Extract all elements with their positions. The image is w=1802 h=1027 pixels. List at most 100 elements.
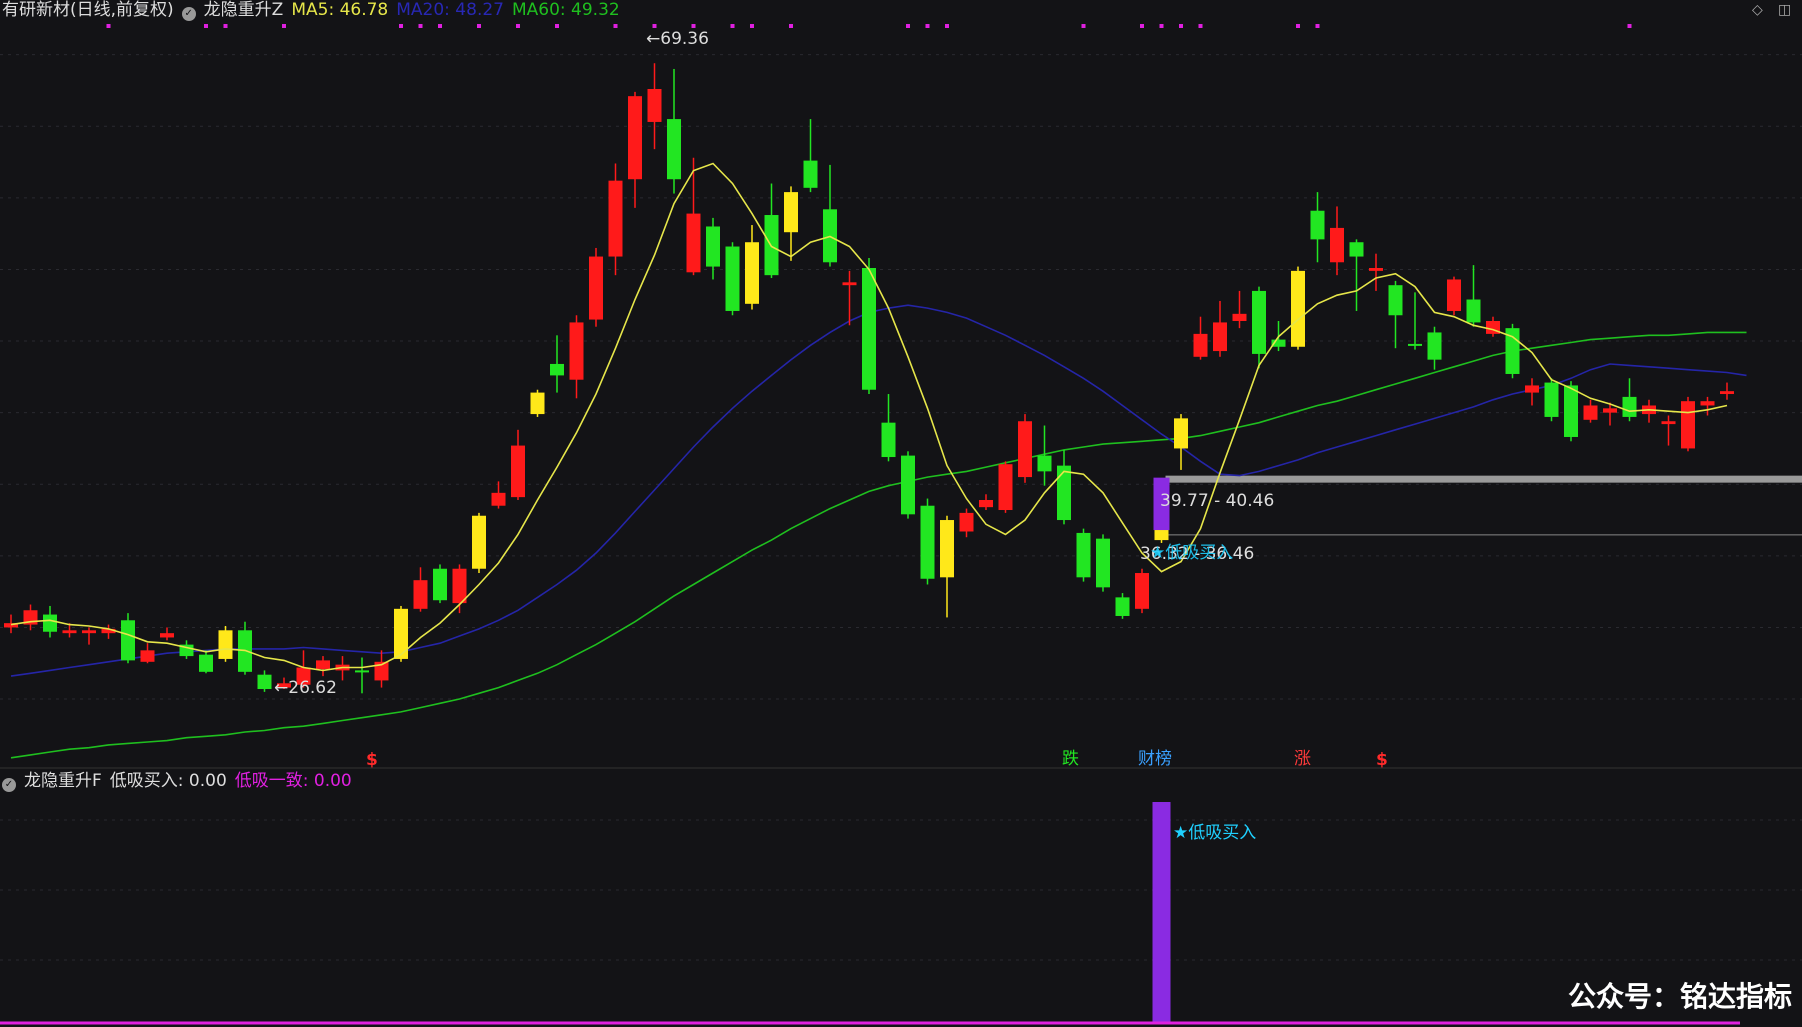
sub-indicator-settings-icon[interactable]: ✓	[2, 778, 16, 792]
candle-body	[1700, 401, 1715, 406]
candle-body	[569, 322, 584, 380]
signal-dot	[1627, 24, 1632, 28]
candle-body	[901, 455, 915, 515]
candle-body	[1193, 333, 1208, 357]
candle-body	[1018, 421, 1032, 478]
candle-body	[589, 256, 603, 320]
candle-body	[706, 226, 720, 267]
candle-body	[1466, 299, 1481, 323]
candle-body	[530, 392, 545, 415]
candle-body	[1388, 285, 1403, 316]
stock-title: 有研新材(日线,前复权)	[2, 0, 174, 20]
dollar-marker-2: $	[1376, 750, 1388, 770]
signal-dot	[477, 24, 481, 28]
candle-body	[413, 580, 428, 609]
signal-dot	[282, 24, 286, 28]
candle-body	[160, 633, 174, 638]
signal-dot	[399, 24, 403, 28]
ma5-line	[10, 162, 1728, 672]
signal-dot	[1179, 24, 1183, 28]
candle-body	[1213, 322, 1227, 352]
signal-dot	[613, 24, 618, 28]
candle-body	[1057, 465, 1071, 521]
candle-body	[1115, 597, 1130, 616]
candle-body	[1544, 382, 1559, 417]
signal-dot	[106, 24, 111, 28]
caibang-marker: 财榜	[1138, 749, 1172, 769]
candle-body	[1252, 290, 1266, 354]
candle-body	[862, 268, 876, 390]
candle-body	[1583, 405, 1598, 420]
kline-chart[interactable]: ←69.36 ←26.62 39.77 - 40.46 36.32 - 36.4…	[0, 0, 1802, 1027]
candle-body	[1427, 332, 1442, 360]
watermark: 公众号：铭达指标	[1567, 980, 1792, 1013]
candle-body	[1369, 268, 1383, 271]
signal-dot	[204, 24, 208, 28]
candle-body	[1720, 391, 1734, 395]
diamond-icon[interactable]: ◇	[1752, 2, 1763, 18]
candle-body	[1603, 408, 1617, 413]
candle-body	[920, 505, 935, 579]
candle-body	[667, 119, 681, 180]
ma20-label: MA20: 48.27	[396, 0, 504, 20]
signal-dot	[223, 24, 228, 28]
candle-body	[491, 492, 506, 506]
candle-body	[959, 512, 974, 532]
candle-body	[1232, 313, 1247, 321]
candle-body	[1622, 396, 1637, 417]
candle-body	[979, 499, 993, 508]
candle-body	[1349, 242, 1364, 257]
candle-body	[1076, 532, 1091, 578]
signal-dot	[1296, 24, 1300, 28]
indicator-settings-icon[interactable]: ✓	[181, 7, 196, 21]
candle-body	[1564, 385, 1578, 437]
candle-body	[881, 422, 896, 458]
signal-dot	[438, 24, 442, 28]
candle-body	[1525, 385, 1539, 393]
buy-signal-label: ★低吸买入	[1150, 543, 1233, 563]
candle-body	[511, 445, 525, 498]
signal-dot	[652, 24, 657, 28]
candle-body	[140, 650, 155, 662]
signal-dot	[945, 24, 949, 28]
candle-body	[842, 282, 857, 286]
consensus-label: 低吸一致: 0.00	[234, 771, 352, 791]
signal-dot	[750, 24, 754, 28]
candle-body	[82, 630, 96, 634]
signal-dot	[906, 24, 910, 28]
sub-signal-bar	[1152, 802, 1171, 1022]
signal-dot	[555, 24, 559, 28]
zhang-marker: 涨	[1294, 749, 1311, 769]
sub-indicator-name[interactable]: 龙隐重升F	[24, 771, 102, 791]
indicator-name[interactable]: 龙隐重升Z	[204, 0, 284, 20]
candle-body	[355, 670, 369, 673]
candle-body	[43, 614, 57, 632]
candle-body	[1291, 270, 1305, 347]
candle-body	[472, 515, 486, 569]
candle-body	[452, 568, 467, 604]
signal-dot	[1081, 24, 1086, 28]
candle-body	[121, 620, 135, 661]
signal-dot	[691, 24, 696, 28]
signal-dot	[516, 24, 520, 28]
candle-body	[1310, 210, 1325, 240]
candle-body	[686, 213, 701, 273]
candle-body	[940, 520, 954, 578]
zone-label-upper: 39.77 - 40.46	[1160, 491, 1274, 511]
candle-body	[433, 568, 447, 601]
buy-label: 低吸买入: 0.00	[109, 771, 227, 791]
candle-body	[1096, 538, 1110, 588]
sub-buy-signal-label: ★低吸买入	[1173, 823, 1256, 843]
candle-body	[1037, 455, 1052, 472]
candle-body	[803, 160, 818, 188]
window-toggle-icon[interactable]: ◫	[1778, 2, 1791, 18]
candle-body	[218, 630, 233, 659]
candle-body	[1330, 227, 1344, 263]
dollar-marker-1: $	[366, 750, 378, 770]
signal-dot	[1315, 24, 1320, 28]
signal-dot	[789, 24, 793, 28]
signal-dot	[1159, 24, 1164, 28]
ma20-line	[10, 304, 1747, 677]
candle-body	[1135, 573, 1149, 609]
candle-body	[62, 630, 77, 634]
